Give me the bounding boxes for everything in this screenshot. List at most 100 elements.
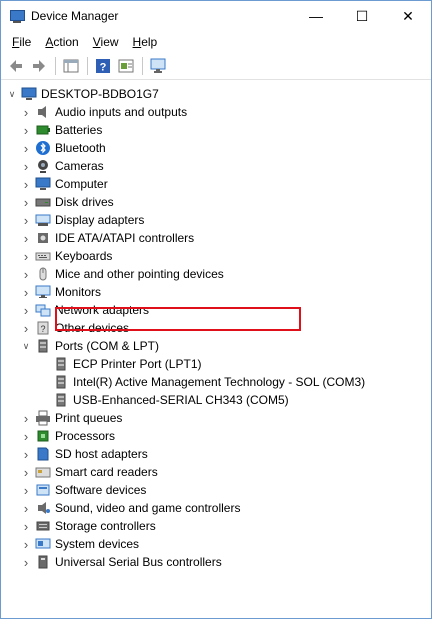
svg-text:?: ? xyxy=(100,62,107,74)
expand-chevron-icon[interactable]: › xyxy=(19,409,33,427)
tree-category-bluetooth[interactable]: › Bluetooth xyxy=(19,139,106,157)
forward-button[interactable] xyxy=(28,55,50,77)
tree-category-label: Monitors xyxy=(55,285,102,299)
expand-chevron-icon[interactable]: › xyxy=(19,499,33,517)
tree-category-cameras[interactable]: › Cameras xyxy=(19,157,104,175)
tree-category-label: Ports (COM & LPT) xyxy=(55,339,160,353)
expand-chevron-icon[interactable]: › xyxy=(19,445,33,463)
toolbar-separator xyxy=(55,57,56,75)
window-title: Device Manager xyxy=(31,9,119,23)
collapse-chevron-icon[interactable]: ∨ xyxy=(5,85,19,103)
tree-category-display-adapters[interactable]: › Display adapters xyxy=(19,211,145,229)
expand-chevron-icon[interactable]: › xyxy=(19,517,33,535)
expand-chevron-icon[interactable]: › xyxy=(19,427,33,445)
tree-category-smart-card-readers[interactable]: › Smart card readers xyxy=(19,463,158,481)
menu-view[interactable]: View xyxy=(86,33,126,51)
tree-category-disk-drives[interactable]: › Disk drives xyxy=(19,193,114,211)
device-row[interactable]: Intel(R) Active Management Technology - … xyxy=(51,373,365,391)
help-icon: ? xyxy=(96,59,110,74)
expand-chevron-icon[interactable]: › xyxy=(19,157,33,175)
tree-category-ide-ata-atapi-controllers[interactable]: › IDE ATA/ATAPI controllers xyxy=(19,229,194,247)
tree-category-label: System devices xyxy=(55,537,140,551)
expand-chevron-icon[interactable]: › xyxy=(19,553,33,571)
expand-chevron-icon[interactable]: › xyxy=(19,103,33,121)
tree-category-processors[interactable]: › Processors xyxy=(19,427,115,445)
sd-adapter-icon xyxy=(35,446,51,462)
software-device-icon xyxy=(35,482,51,498)
close-button[interactable]: ✕ xyxy=(385,1,431,31)
back-button[interactable] xyxy=(5,55,27,77)
usb-icon xyxy=(35,554,51,570)
scan-hardware-icon xyxy=(150,58,166,73)
tree-category-universal-serial-bus-controllers[interactable]: › Universal Serial Bus controllers xyxy=(19,553,222,571)
tree-category-software-devices[interactable]: › Software devices xyxy=(19,481,147,499)
expand-chevron-icon[interactable]: › xyxy=(19,319,33,337)
tree-category-label: SD host adapters xyxy=(55,447,148,461)
tree-category-storage-controllers[interactable]: › Storage controllers xyxy=(19,517,156,535)
menu-file[interactable]: File xyxy=(5,33,38,51)
tree-category-print-queues[interactable]: › Print queues xyxy=(19,409,122,427)
tree-category-system-devices[interactable]: › System devices xyxy=(19,535,139,553)
tree-category-ports-com-lpt[interactable]: ∨ Ports (COM & LPT) xyxy=(19,337,159,355)
tree-category-label: Audio inputs and outputs xyxy=(55,105,188,119)
device-row[interactable]: ECP Printer Port (LPT1) xyxy=(51,355,201,373)
tree-category-label: Batteries xyxy=(55,123,103,137)
expand-chevron-icon[interactable]: › xyxy=(19,535,33,553)
port-icon xyxy=(53,374,69,390)
tree-category-keyboards[interactable]: › Keyboards xyxy=(19,247,113,265)
properties-button[interactable] xyxy=(115,55,137,77)
tree-category-batteries[interactable]: › Batteries xyxy=(19,121,103,139)
menu-help[interactable]: Help xyxy=(126,33,165,51)
tree-category-audio-inputs-and-outputs[interactable]: › Audio inputs and outputs xyxy=(19,103,187,121)
expand-chevron-icon[interactable]: › xyxy=(19,481,33,499)
expand-chevron-icon[interactable]: › xyxy=(19,139,33,157)
battery-icon xyxy=(35,122,51,138)
tree-category-label: Universal Serial Bus controllers xyxy=(55,555,222,569)
expand-chevron-icon[interactable]: › xyxy=(19,121,33,139)
tree-category-sound-video-and-game-controllers[interactable]: › Sound, video and game controllers xyxy=(19,499,241,517)
expand-chevron-icon[interactable]: › xyxy=(19,265,33,283)
tree-category-label: Mice and other pointing devices xyxy=(55,267,224,281)
expand-chevron-icon[interactable]: › xyxy=(19,301,33,319)
tree-category-monitors[interactable]: › Monitors xyxy=(19,283,101,301)
collapse-chevron-icon[interactable]: ∨ xyxy=(19,337,33,355)
device-manager-icon xyxy=(9,8,25,24)
tree-root[interactable]: ∨ DESKTOP-BDBO1G7 xyxy=(5,85,159,103)
expand-chevron-icon[interactable]: › xyxy=(19,175,33,193)
mouse-icon xyxy=(35,266,51,282)
expand-chevron-icon[interactable]: › xyxy=(19,283,33,301)
camera-icon xyxy=(35,158,51,174)
tree-category-computer[interactable]: › Computer xyxy=(19,175,108,193)
console-tree-icon xyxy=(63,59,79,73)
expand-chevron-icon[interactable]: › xyxy=(19,211,33,229)
back-arrow-icon xyxy=(10,60,22,72)
processor-icon xyxy=(35,428,51,444)
monitor-icon xyxy=(35,284,51,300)
show-hide-console-tree-button[interactable] xyxy=(60,55,82,77)
tree-category-label: Smart card readers xyxy=(55,465,158,479)
tree-category-mice-and-other-pointing-devices[interactable]: › Mice and other pointing devices xyxy=(19,265,224,283)
highlight-annotation xyxy=(55,307,301,331)
tree-category-sd-host-adapters[interactable]: › SD host adapters xyxy=(19,445,148,463)
minimize-button[interactable]: — xyxy=(293,1,339,31)
display-adapter-icon xyxy=(35,212,51,228)
title-bar[interactable]: Device Manager — ☐ ✕ xyxy=(1,1,431,31)
tree-category-label: Computer xyxy=(55,177,108,191)
scan-hardware-button[interactable] xyxy=(147,55,169,77)
tree-category-label: Sound, video and game controllers xyxy=(55,501,241,515)
tree-category-label: IDE ATA/ATAPI controllers xyxy=(55,231,195,245)
tree-category-label: Display adapters xyxy=(55,213,145,227)
menu-action[interactable]: Action xyxy=(38,33,85,51)
svg-text:?: ? xyxy=(40,324,45,334)
expand-chevron-icon[interactable]: › xyxy=(19,229,33,247)
properties-icon xyxy=(118,59,134,73)
other-devices-icon: ? xyxy=(35,320,51,336)
tree-category-label: Disk drives xyxy=(55,195,114,209)
help-button[interactable]: ? xyxy=(92,55,114,77)
expand-chevron-icon[interactable]: › xyxy=(19,193,33,211)
device-usb-serial-ch343[interactable]: USB-Enhanced-SERIAL CH343 (COM5) xyxy=(51,391,289,409)
maximize-button[interactable]: ☐ xyxy=(339,1,385,31)
expand-chevron-icon[interactable]: › xyxy=(19,247,33,265)
disk-drive-icon xyxy=(35,194,51,210)
expand-chevron-icon[interactable]: › xyxy=(19,463,33,481)
